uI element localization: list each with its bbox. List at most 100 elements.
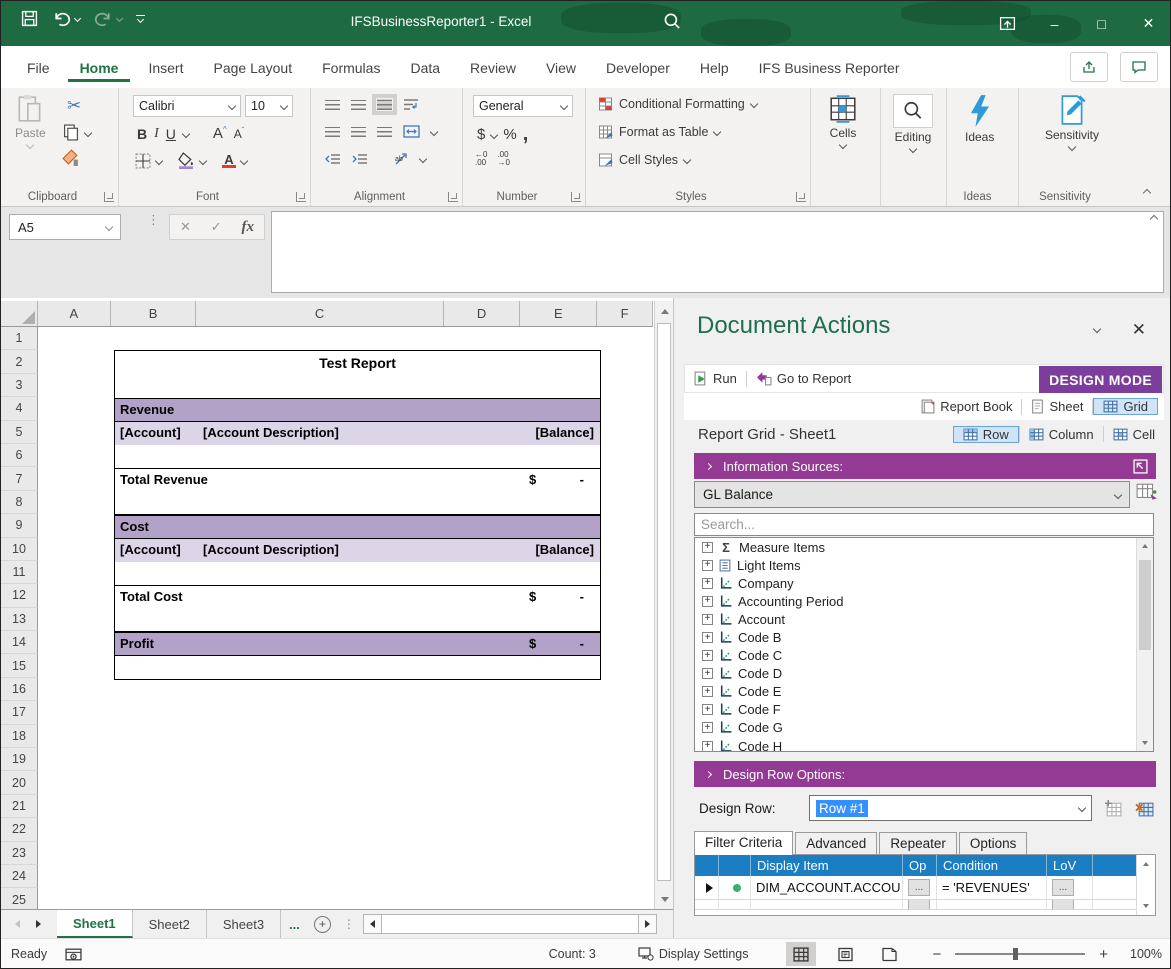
row-header-21[interactable]: 21 bbox=[1, 795, 38, 818]
tree-item-company[interactable]: +Company bbox=[695, 574, 1153, 592]
zoom-out-button[interactable]: − bbox=[932, 946, 941, 963]
insert-function-icon[interactable]: fx bbox=[242, 219, 255, 236]
ribbon-display-options-icon[interactable] bbox=[984, 1, 1031, 46]
source-details-icon[interactable] bbox=[1136, 482, 1158, 503]
row-header-9[interactable]: 9 bbox=[1, 514, 38, 537]
tree-item-light-items[interactable]: +Light Items bbox=[695, 556, 1153, 574]
column-header-c[interactable]: C bbox=[196, 301, 443, 326]
normal-view-icon[interactable] bbox=[786, 942, 816, 966]
font-color-dropdown[interactable] bbox=[240, 156, 248, 164]
display-settings-button[interactable]: Display Settings bbox=[638, 947, 749, 961]
styles-dialog-launcher[interactable] bbox=[796, 192, 806, 202]
macro-record-icon[interactable] bbox=[65, 947, 82, 962]
row-header-8[interactable]: 8 bbox=[1, 491, 38, 514]
collapse-ribbon-icon[interactable] bbox=[1143, 189, 1151, 197]
row-button[interactable]: Row bbox=[953, 426, 1019, 443]
percent-format-button[interactable]: % bbox=[503, 126, 516, 143]
cells-button[interactable]: Cells bbox=[828, 94, 858, 148]
paste-button[interactable]: Paste bbox=[15, 94, 46, 148]
cancel-icon[interactable]: ✕ bbox=[180, 219, 191, 235]
shrink-font-button[interactable]: Aˇ bbox=[234, 126, 245, 141]
page-break-preview-icon[interactable] bbox=[874, 942, 904, 966]
row-header-3[interactable]: 3 bbox=[1, 374, 38, 397]
display-item-cell[interactable]: DIM_ACCOUNT.ACCOU bbox=[751, 876, 903, 899]
tree-item-measure-items[interactable]: +ΣMeasure Items bbox=[695, 538, 1153, 556]
row-header-22[interactable]: 22 bbox=[1, 818, 38, 841]
row-header-24[interactable]: 24 bbox=[1, 865, 38, 888]
horizontal-scroll-thumb[interactable] bbox=[381, 915, 639, 933]
fill-color-icon[interactable] bbox=[178, 152, 195, 169]
bold-button[interactable]: B bbox=[137, 126, 147, 142]
row-header-18[interactable]: 18 bbox=[1, 725, 38, 748]
column-header-f[interactable]: F bbox=[597, 301, 653, 326]
lov-browse-button[interactable]: ... bbox=[1052, 879, 1074, 896]
formula-input[interactable] bbox=[271, 211, 1164, 293]
row-header-25[interactable]: 25 bbox=[1, 888, 38, 909]
tab-file[interactable]: File bbox=[15, 52, 62, 82]
scroll-down-icon[interactable] bbox=[655, 889, 673, 909]
fill-color-dropdown[interactable] bbox=[199, 156, 207, 164]
expand-icon[interactable]: + bbox=[702, 632, 713, 643]
column-button[interactable]: Column bbox=[1020, 427, 1103, 442]
merge-center-icon[interactable] bbox=[403, 125, 420, 138]
tab-insert[interactable]: Insert bbox=[136, 52, 195, 82]
align-left-icon[interactable] bbox=[325, 126, 340, 137]
run-button[interactable]: Run bbox=[685, 371, 746, 386]
prev-sheet-icon[interactable] bbox=[15, 920, 20, 928]
tab-page-layout[interactable]: Page Layout bbox=[201, 52, 304, 82]
report-book-button[interactable]: Report Book bbox=[911, 399, 1021, 414]
design-row-combo[interactable]: Row #1 bbox=[809, 795, 1092, 821]
tab-filter-criteria[interactable]: Filter Criteria bbox=[694, 831, 793, 855]
number-format-combo[interactable]: General bbox=[473, 95, 573, 117]
collapse-formula-bar-icon[interactable] bbox=[1150, 215, 1158, 223]
cell-button[interactable]: Cell bbox=[1104, 427, 1164, 442]
tab-review[interactable]: Review bbox=[458, 52, 528, 82]
expand-icon[interactable]: + bbox=[702, 614, 713, 625]
tabbar-splitter[interactable]: ⋮ bbox=[337, 910, 361, 938]
comma-format-button[interactable]: , bbox=[523, 123, 529, 146]
grid-button[interactable]: Grid bbox=[1093, 398, 1158, 415]
row-header-23[interactable]: 23 bbox=[1, 842, 38, 865]
row-header-20[interactable]: 20 bbox=[1, 771, 38, 794]
enter-icon[interactable]: ✓ bbox=[211, 219, 222, 235]
go-to-report-button[interactable]: Go to Report bbox=[747, 371, 860, 386]
tree-item-code-b[interactable]: +Code B bbox=[695, 628, 1153, 646]
row-header-6[interactable]: 6 bbox=[1, 444, 38, 467]
add-design-row-icon[interactable] bbox=[1104, 800, 1123, 817]
maximize-button[interactable]: □ bbox=[1078, 1, 1125, 46]
sheet-overflow[interactable]: ... bbox=[281, 910, 308, 938]
sheet-tab-sheet3[interactable]: Sheet3 bbox=[207, 910, 281, 938]
share-icon[interactable] bbox=[1070, 52, 1108, 82]
row-header-2[interactable]: 2 bbox=[1, 350, 38, 373]
zoom-slider[interactable] bbox=[955, 953, 1085, 955]
column-header-b[interactable]: B bbox=[111, 301, 197, 326]
tree-item-code-c[interactable]: +Code C bbox=[695, 647, 1153, 665]
panel-menu-icon[interactable] bbox=[1093, 325, 1101, 333]
delete-design-row-icon[interactable] bbox=[1135, 800, 1154, 817]
filter-table-scrollbar[interactable] bbox=[1136, 855, 1155, 915]
vertical-scrollbar[interactable] bbox=[654, 301, 673, 909]
orientation-dropdown[interactable] bbox=[419, 155, 427, 163]
increase-indent-icon[interactable] bbox=[352, 153, 368, 165]
row-header-19[interactable]: 19 bbox=[1, 748, 38, 771]
ideas-button[interactable]: Ideas bbox=[965, 94, 994, 144]
decrease-indent-icon[interactable] bbox=[325, 153, 341, 165]
underline-dropdown[interactable] bbox=[182, 129, 190, 137]
font-name-combo[interactable]: Calibri bbox=[133, 95, 241, 117]
comments-icon[interactable] bbox=[1120, 52, 1158, 82]
op-browse-button[interactable]: ... bbox=[908, 879, 930, 896]
borders-icon[interactable] bbox=[135, 153, 151, 169]
tree-item-code-h[interactable]: +Code H bbox=[695, 737, 1153, 752]
tree-item-code-f[interactable]: +Code F bbox=[695, 701, 1153, 719]
sheet-tab-sheet2[interactable]: Sheet2 bbox=[133, 910, 207, 938]
row-header-17[interactable]: 17 bbox=[1, 701, 38, 724]
row-header-4[interactable]: 4 bbox=[1, 397, 38, 420]
zoom-in-button[interactable]: + bbox=[1099, 946, 1108, 963]
currency-format-button[interactable]: $ bbox=[477, 126, 485, 143]
tab-home[interactable]: Home bbox=[68, 52, 131, 82]
save-icon[interactable] bbox=[21, 10, 38, 27]
conditional-formatting-button[interactable]: Conditional Formatting bbox=[598, 97, 757, 111]
borders-dropdown[interactable] bbox=[155, 156, 163, 164]
increase-decimal-button[interactable]: ←0 .00 bbox=[475, 151, 487, 167]
grid-canvas[interactable]: Test ReportRevenue[Account][Account Desc… bbox=[38, 327, 653, 909]
